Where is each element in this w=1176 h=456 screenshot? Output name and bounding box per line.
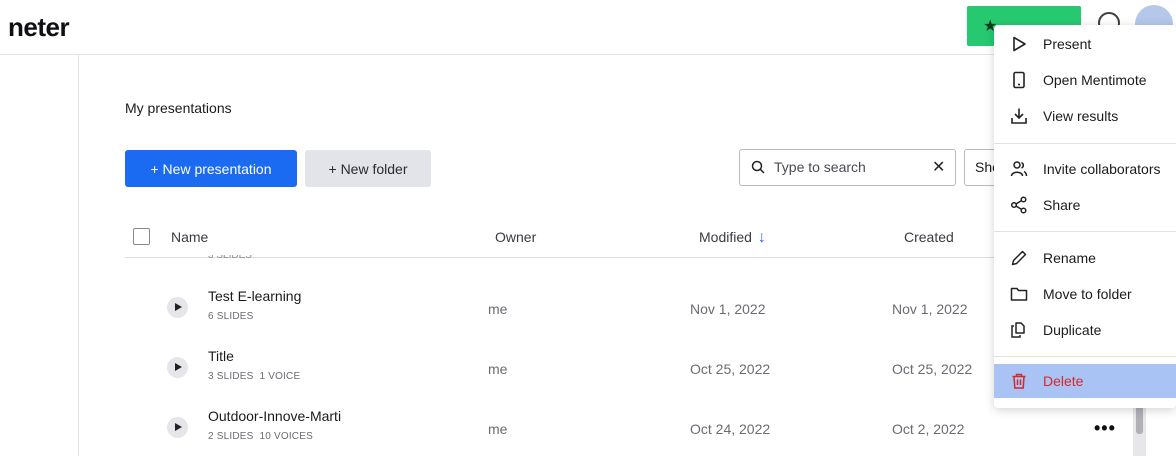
menu-item-invite-collaborators[interactable]: Invite collaborators — [994, 152, 1176, 186]
menu-divider — [994, 356, 1176, 357]
play-icon[interactable] — [167, 417, 188, 438]
share-icon — [1010, 196, 1027, 214]
phone-icon — [1013, 71, 1025, 89]
owner-cell: me — [488, 421, 508, 437]
new-presentation-button[interactable]: + New presentation — [125, 150, 297, 187]
close-icon[interactable]: ✕ — [932, 157, 945, 177]
column-header-created[interactable]: Created — [904, 229, 954, 245]
menu-item-delete[interactable]: Delete — [994, 364, 1176, 398]
menu-item-view-results[interactable]: View results — [994, 99, 1176, 133]
row-meta: 3 SLIDES — [208, 255, 252, 261]
context-menu: Present Open Mentimote View results Invi… — [994, 25, 1176, 408]
presentation-name[interactable]: Title — [208, 348, 234, 364]
duplicate-icon — [1011, 322, 1025, 338]
menu-item-label: Delete — [1043, 373, 1084, 389]
menu-item-label: View results — [1043, 108, 1119, 124]
menu-item-label: Present — [1043, 36, 1092, 52]
table-row[interactable]: Title 3 SLIDES 1 VOICE me Oct 25, 2022 O… — [125, 332, 995, 392]
menu-item-label: Share — [1043, 197, 1081, 213]
download-icon — [1011, 108, 1027, 124]
modified-cell: Nov 1, 2022 — [690, 301, 766, 317]
created-cell: Oct 25, 2022 — [892, 361, 973, 377]
search-input[interactable] — [772, 158, 926, 176]
menu-item-present[interactable]: Present — [994, 27, 1176, 61]
column-header-modified-label: Modified — [699, 229, 752, 245]
play-outline-icon — [1013, 36, 1026, 52]
presentation-meta: 6 SLIDES — [208, 311, 254, 322]
modified-cell: Oct 24, 2022 — [690, 421, 771, 437]
menu-item-label: Rename — [1043, 250, 1096, 266]
scrollbar-thumb[interactable] — [1136, 404, 1143, 434]
modified-cell: Oct 25, 2022 — [690, 361, 771, 377]
search-box: ✕ — [739, 149, 956, 186]
created-cell: Oct 2, 2022 — [892, 421, 965, 437]
table-row[interactable]: Test E-learning 6 SLIDES me Nov 1, 2022 … — [125, 272, 995, 332]
menu-item-duplicate[interactable]: Duplicate — [994, 313, 1176, 347]
menu-item-label: Move to folder — [1043, 286, 1132, 302]
page-title: My presentations — [125, 100, 232, 116]
play-icon[interactable] — [167, 297, 188, 318]
play-icon[interactable] — [167, 357, 188, 378]
column-header-name[interactable]: Name — [171, 229, 208, 245]
menu-item-share[interactable]: Share — [994, 188, 1176, 222]
menu-item-rename[interactable]: Rename — [994, 241, 1176, 275]
search-icon — [751, 160, 765, 174]
menu-item-move-to-folder[interactable]: Move to folder — [994, 277, 1176, 311]
presentation-meta: 2 SLIDES 10 VOICES — [208, 431, 313, 442]
more-options-icon[interactable]: ••• — [1094, 418, 1116, 439]
arrow-down-icon: ↓ — [757, 229, 766, 246]
menu-item-label: Invite collaborators — [1043, 161, 1161, 177]
owner-cell: me — [488, 301, 508, 317]
pencil-icon — [1011, 250, 1027, 266]
owner-cell: me — [488, 361, 508, 377]
menu-item-label: Duplicate — [1043, 322, 1102, 338]
table-row[interactable]: Outdoor-Innove-Marti 2 SLIDES 10 VOICES … — [125, 392, 995, 452]
new-folder-button[interactable]: + New folder — [305, 150, 431, 187]
topbar-divider — [0, 54, 994, 55]
presentation-name[interactable]: Test E-learning — [208, 288, 301, 304]
presentation-name[interactable]: Outdoor-Innove-Marti — [208, 408, 341, 424]
presentation-meta: 3 SLIDES 1 VOICE — [208, 371, 301, 382]
trash-icon — [1012, 373, 1026, 389]
menu-divider — [994, 231, 1176, 232]
users-icon — [1010, 161, 1028, 177]
sidebar-divider — [78, 55, 79, 456]
select-all-checkbox[interactable] — [133, 228, 150, 245]
menu-item-open-mentimote[interactable]: Open Mentimote — [994, 63, 1176, 97]
menu-divider — [994, 143, 1176, 144]
app-logo[interactable]: neter — [8, 12, 70, 43]
header-divider — [125, 257, 995, 258]
menu-item-label: Open Mentimote — [1043, 72, 1147, 88]
folder-icon — [1010, 287, 1028, 301]
created-cell: Nov 1, 2022 — [892, 301, 968, 317]
column-header-modified[interactable]: Modified ↓ — [699, 229, 766, 247]
column-header-owner[interactable]: Owner — [495, 229, 536, 245]
